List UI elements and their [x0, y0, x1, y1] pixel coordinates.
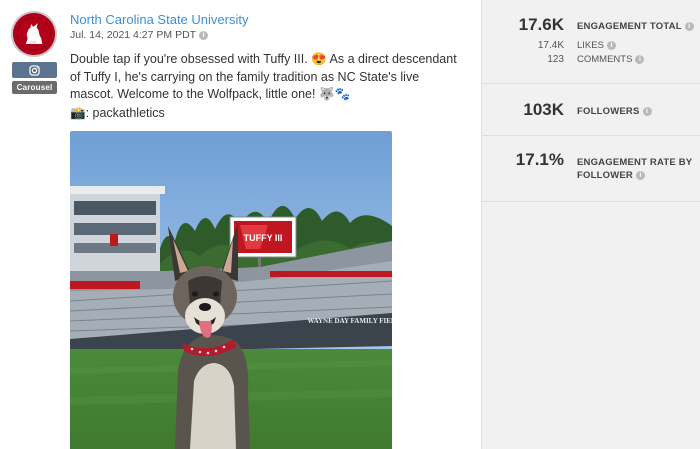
instagram-badge	[12, 62, 57, 78]
photo-credit: 📸: packathletics	[70, 106, 165, 120]
post-content: Carousel North Carolina State University…	[0, 0, 481, 449]
followers-label-text: FOLLOWERS	[577, 106, 640, 117]
info-icon[interactable]: i	[606, 41, 616, 50]
engagement-rate-label-line1: ENGAGEMENT RATE BY	[577, 157, 693, 168]
post-caption: Double tap if you're obsessed with Tuffy…	[70, 52, 457, 101]
comments-label: COMMENTS i	[577, 54, 645, 65]
info-icon[interactable]: i	[684, 22, 694, 31]
instagram-icon	[29, 64, 40, 76]
stadium-wall-text: WAYNE DAY FAMILY FIELD	[307, 317, 392, 325]
info-icon[interactable]: i	[635, 55, 645, 64]
comments-label-text: COMMENTS	[577, 54, 633, 65]
timestamp-text: Jul. 14, 2021 4:27 PM PDT	[70, 29, 197, 41]
followers-block: 103K FOLLOWERS i	[482, 84, 700, 136]
info-icon[interactable]: i	[635, 171, 645, 180]
engagement-rate-label: ENGAGEMENT RATE BY FOLLOWER i	[577, 156, 692, 182]
stats-panel: 17.6K ENGAGEMENT TOTAL i 17.4K LIKES i 1…	[481, 0, 700, 449]
engagement-total-label: ENGAGEMENT TOTAL i	[577, 21, 694, 32]
post-type-badge: Carousel	[12, 81, 57, 94]
likes-label-text: LIKES	[577, 40, 604, 51]
engagement-rate-label-line2-row: FOLLOWER i	[577, 169, 692, 182]
engagement-rate-block: 17.1% ENGAGEMENT RATE BY FOLLOWER i	[482, 136, 700, 202]
likes-value: 17.4K	[537, 40, 564, 51]
post-timestamp: Jul. 14, 2021 4:27 PM PDT i	[70, 29, 209, 41]
likes-label: LIKES i	[577, 40, 616, 51]
avatar[interactable]	[11, 11, 57, 57]
post-card: Carousel North Carolina State University…	[0, 0, 700, 449]
info-icon[interactable]: i	[642, 107, 652, 116]
comments-value: 123	[547, 54, 564, 65]
scoreboard-text: TUFFY III	[244, 233, 283, 243]
stadium-dog-photo: TUFFY III WAYNE DAY FAMILY FIELD	[70, 131, 392, 449]
engagement-rate-label-line2: FOLLOWER	[577, 170, 633, 181]
engagement-rate-value: 17.1%	[515, 150, 564, 169]
info-icon[interactable]: i	[199, 30, 209, 40]
engagement-total-block: 17.6K ENGAGEMENT TOTAL i 17.4K LIKES i 1…	[482, 0, 700, 84]
followers-value: 103K	[523, 100, 564, 119]
author-link[interactable]: North Carolina State University	[70, 12, 248, 27]
post-image[interactable]: TUFFY III WAYNE DAY FAMILY FIELD	[70, 131, 392, 449]
engagement-total-value: 17.6K	[518, 15, 564, 34]
engagement-total-label-text: ENGAGEMENT TOTAL	[577, 21, 682, 32]
followers-label: FOLLOWERS i	[577, 106, 652, 117]
